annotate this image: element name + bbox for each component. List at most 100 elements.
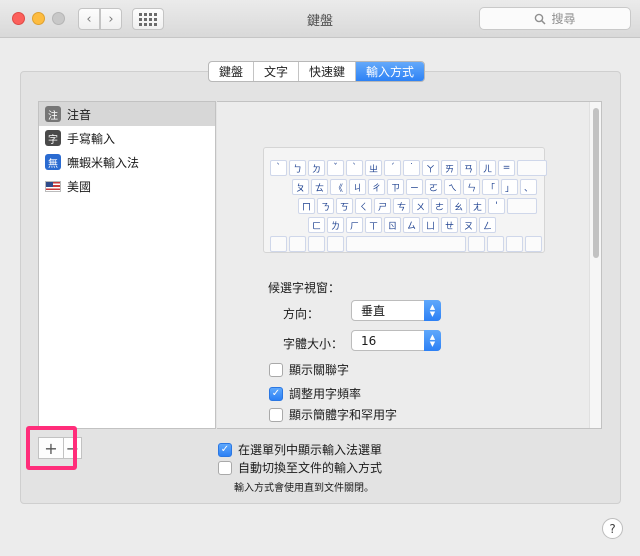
keyboard-key: ㄅ (289, 160, 306, 176)
search-icon (535, 13, 547, 25)
us-flag-icon (45, 180, 61, 192)
keyboard-key: ㄛ (425, 179, 442, 195)
tab-text[interactable]: 文字 (254, 62, 300, 81)
scrollbar-thumb[interactable] (593, 108, 599, 258)
checkmark-icon[interactable]: ✓ (269, 386, 283, 401)
auto-switch-checkbox[interactable]: 自動切換至文件的輸入方式 (218, 459, 382, 476)
show-simplified-checkbox[interactable]: 顯示簡體字和罕用字 (269, 406, 397, 423)
zhuyin-icon: 注 (45, 106, 61, 122)
keyboard-key: ㄎ (336, 198, 353, 214)
keyboard-row-4: ㄈㄌㄏㄒㄖㄙㄩㄝㄡㄥ (308, 217, 496, 233)
keyboard-key: ' (488, 198, 505, 214)
title-bar: ‹ › 鍵盤 搜尋 (0, 0, 640, 38)
checkbox-box[interactable] (269, 407, 283, 422)
keyboard-key: ㄢ (460, 160, 477, 176)
checkbox-label: 調整用字頻率 (289, 387, 362, 401)
keyboard-key: ㄗ (387, 179, 404, 195)
keyboard-key: ㄤ (469, 198, 486, 214)
keyboard-key: ㄔ (368, 179, 385, 195)
tab-keyboard[interactable]: 鍵盤 (209, 62, 255, 81)
keyboard-key: 、 (520, 179, 537, 195)
tab-input-sources[interactable]: 輸入方式 (356, 62, 425, 81)
keyboard-key: ㄝ (441, 217, 458, 233)
highlight-annotation (26, 426, 77, 470)
keyboard-key: ` (270, 160, 287, 176)
direction-label: 方向： (283, 307, 320, 321)
keyboard-key: 《 (330, 179, 347, 195)
keyboard-key: ˋ (346, 160, 363, 176)
adjust-frequency-checkbox[interactable]: ✓ 調整用字頻率 (269, 385, 361, 402)
checkbox-box[interactable] (218, 460, 232, 475)
keyboard-key: ㄖ (384, 217, 401, 233)
input-source-boshiamy[interactable]: 無 嘸蝦米輸入法 (39, 150, 215, 174)
keyboard-key: ㄆ (292, 179, 309, 195)
keyboard-key: ㄐ (349, 179, 366, 195)
keyboard-key: ˙ (403, 160, 420, 176)
keyboard-row-2: ㄆㄊ《ㄐㄔㄗㄧㄛㄟㄣ「」、 (292, 179, 537, 195)
keyboard-key: ㄧ (406, 179, 423, 195)
keyboard-key (517, 160, 547, 176)
show-input-menu-checkbox[interactable]: ✓ 在選單列中顯示輸入法選單 (218, 441, 382, 458)
keyboard-key: ㄋ (317, 198, 334, 214)
keyboard-key: ㄒ (365, 217, 382, 233)
keyboard-key: ㄙ (403, 217, 420, 233)
direction-popup[interactable]: 垂直 ▲ ▼ (351, 300, 441, 321)
checkbox-label: 自動切換至文件的輸入方式 (238, 461, 383, 475)
input-source-us[interactable]: 美國 (39, 174, 215, 198)
keyboard-key: ㄣ (463, 179, 480, 195)
auto-switch-note: 輸入方式會使用直到文件關閉。 (234, 483, 374, 494)
keyboard-key: ㄕ (374, 198, 391, 214)
checkmark-icon[interactable]: ✓ (218, 442, 232, 457)
keyboard-key (308, 236, 325, 252)
keyboard-key: ㄩ (422, 217, 439, 233)
keyboard-key: ㄑ (355, 198, 372, 214)
keyboard-key: ㄉ (308, 160, 325, 176)
keyboard-key: 」 (501, 179, 518, 195)
keyboard-key: ㄘ (393, 198, 410, 214)
search-field[interactable]: 搜尋 (479, 7, 631, 30)
detail-scrollbar[interactable] (589, 102, 601, 428)
keyboard-key: ㄡ (460, 217, 477, 233)
show-related-words-checkbox[interactable]: 顯示關聯字 (269, 361, 349, 378)
handwriting-icon: 字 (45, 130, 61, 146)
keyboard-key (289, 236, 306, 252)
keyboard-key: ㄞ (441, 160, 458, 176)
keyboard-row-3: ㄇㄋㄎㄑㄕㄘㄨㄜㄠㄤ ' (298, 198, 537, 214)
tab-bar: 鍵盤 文字 快速鍵 輸入方式 (208, 61, 426, 82)
keyboard-key: ㄠ (450, 198, 467, 214)
input-source-zhuyin[interactable]: 注 注音 (39, 102, 215, 126)
keyboard-key (525, 236, 542, 252)
checkbox-label: 顯示簡體字和罕用字 (289, 408, 398, 422)
search-placeholder: 搜尋 (551, 12, 576, 26)
input-source-handwriting[interactable]: 字 手寫輸入 (39, 126, 215, 150)
keyboard-key: ㄜ (431, 198, 448, 214)
keyboard-key (487, 236, 504, 252)
keyboard-row-1: ` ㄅㄉ ˇ ˋ ㄓ ˊ ˙ ㄚㄞㄢㄦ = (270, 160, 547, 176)
checkbox-box[interactable] (269, 362, 283, 377)
keyboard-key: ㄏ (346, 217, 363, 233)
tab-shortcuts[interactable]: 快速鍵 (299, 62, 357, 81)
font-size-value: 16 (361, 333, 377, 348)
keyboard-space-key (346, 236, 466, 252)
checkbox-label: 顯示關聯字 (289, 363, 350, 377)
keyboard-key: ㄥ (479, 217, 496, 233)
keyboard-key: ㄊ (311, 179, 328, 195)
candidate-window-label: 候選字視窗： (268, 281, 341, 295)
keyboard-key: = (498, 160, 515, 176)
keyboard-key: ㄌ (327, 217, 344, 233)
keyboard-key: ㄦ (479, 160, 496, 176)
keyboard-layout-preview: ` ㄅㄉ ˇ ˋ ㄓ ˊ ˙ ㄚㄞㄢㄦ = ㄆㄊ《ㄐㄔㄗㄧㄛㄟㄣ「」、 ㄇㄋㄎㄑㄕㄘㄨㄜㄠㄤ ' … (263, 147, 547, 253)
boshiamy-icon: 無 (45, 154, 61, 170)
updown-icon: ▲ ▼ (424, 330, 441, 351)
keyboard-key: ㄓ (365, 160, 382, 176)
keyboard-key: ㄟ (444, 179, 461, 195)
input-source-label: 注音 (67, 107, 92, 122)
keyboard-key: ㄇ (298, 198, 315, 214)
keyboard-key (270, 236, 287, 252)
help-button[interactable]: ? (602, 518, 623, 539)
font-size-popup[interactable]: 16 ▲ ▼ (351, 330, 441, 351)
keyboard-key: ㄨ (412, 198, 429, 214)
input-source-list: 注 注音 字 手寫輸入 無 嘸蝦米輸入法 美國 (38, 101, 216, 429)
input-source-label: 嘸蝦米輸入法 (67, 155, 140, 170)
input-source-label: 手寫輸入 (67, 131, 116, 146)
